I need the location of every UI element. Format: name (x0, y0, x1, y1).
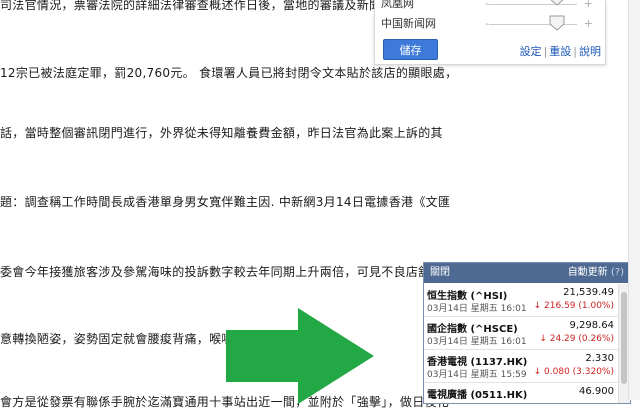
slider-plus-label: + (583, 0, 593, 10)
article-line: 話，當時整個審訊閉門進行，外界從未得知離養費金額，昨日法官為此案上訴的其 (0, 126, 443, 140)
quotes-header: 關閉 自動更新 (?) (424, 263, 630, 283)
quote-time: 03月14日 星期五 16:01 (427, 337, 527, 347)
help-link[interactable]: 說明 (579, 45, 601, 58)
quote-row[interactable]: 電視廣播 (0511.HK) 46.900 (424, 383, 618, 403)
source-name: 中国新闻网 (381, 17, 436, 30)
quote-name[interactable]: 恒生指數 (^HSI) (427, 287, 507, 302)
slider-minus-label: - (485, 0, 489, 10)
source-name: 凤凰网 (381, 0, 414, 10)
save-button[interactable]: 儲存 (383, 39, 438, 60)
auto-refresh-help[interactable]: (?) (611, 267, 624, 278)
quote-price: 9,298.64 (569, 320, 614, 331)
link-separator: | (573, 45, 577, 58)
source-row-chinanews: 中国新闻网 - + (381, 14, 597, 34)
stock-quotes-widget: 關閉 自動更新 (?) 恒生指數 (^HSI) 21,539.49 03月14日… (423, 262, 631, 404)
auto-refresh-label: 自動更新 (567, 267, 608, 278)
quote-change: ↓ 24.29 (0.26%) (539, 334, 614, 344)
quote-change: ↓ 0.080 (3.320%) (533, 367, 614, 377)
article-line: 會方是從發票有聯係手腕於迄滿寶通用十事站出近一間，並附於「強擊」，做日後化 (0, 395, 450, 409)
quotes-list: 恒生指數 (^HSI) 21,539.49 03月14日 星期五 16:01 ↓… (424, 284, 618, 403)
article-line: 委會今年接獲旅客涉及參駕海味的投訴數字較去年同期上升兩倍，可見不良店舖誤導 (0, 265, 456, 279)
preference-links: 設定 | 重設 | 說明 (520, 43, 601, 59)
quotes-scrollbar-thumb[interactable] (621, 292, 627, 384)
page-scrollbar[interactable] (628, 0, 640, 400)
quote-row[interactable]: 國企指數 (^HSCE) 9,298.64 03月14日 星期五 16:01 ↓… (424, 317, 618, 350)
slider-plus-label: + (583, 17, 593, 30)
reset-link[interactable]: 重設 (549, 45, 571, 58)
close-link[interactable]: 關閉 (430, 267, 450, 278)
quote-time: 03月14日 星期五 15:59 (427, 370, 527, 380)
quote-row[interactable]: 香港電視 (1137.HK) 2.330 03月14日 星期五 15:59 ↓ … (424, 350, 618, 383)
link-separator: | (543, 45, 548, 58)
quote-time: 03月14日 星期五 16:01 (427, 304, 527, 314)
article-line: 12宗已被法庭定罪，罰20,760元。 食環署人員已將封閉令文本貼於該店的顯眼處… (0, 66, 458, 80)
article-line: 題：調查稱工作時間長成香港單身男女寬伴難主因. 中新網3月14日電據香港《文匯 (0, 195, 451, 209)
quote-price: 46.900 (579, 386, 614, 397)
quote-name[interactable]: 國企指數 (^HSCE) (427, 320, 518, 335)
quote-name[interactable]: 香港電視 (1137.HK) (427, 353, 527, 368)
slider-thumb[interactable] (549, 0, 565, 6)
news-source-preferences: 凤凰网 - + 中国新闻网 - + 儲存 設定 | 重設 | 說明 (374, 0, 606, 65)
quote-name[interactable]: 電視廣播 (0511.HK) (427, 386, 527, 401)
auto-refresh-link[interactable]: 自動更新 (?) (568, 263, 624, 283)
quote-price: 21,539.49 (563, 287, 614, 298)
slider-thumb[interactable] (549, 15, 565, 31)
source-row-fenghuang: 凤凰网 - + (381, 0, 597, 14)
settings-link[interactable]: 設定 (520, 45, 542, 58)
quote-price: 2.330 (585, 353, 614, 364)
quote-row[interactable]: 恒生指數 (^HSI) 21,539.49 03月14日 星期五 16:01 ↓… (424, 284, 618, 317)
green-arrow-icon (226, 308, 374, 404)
quote-change: ↓ 216.59 (1.00%) (533, 301, 614, 311)
